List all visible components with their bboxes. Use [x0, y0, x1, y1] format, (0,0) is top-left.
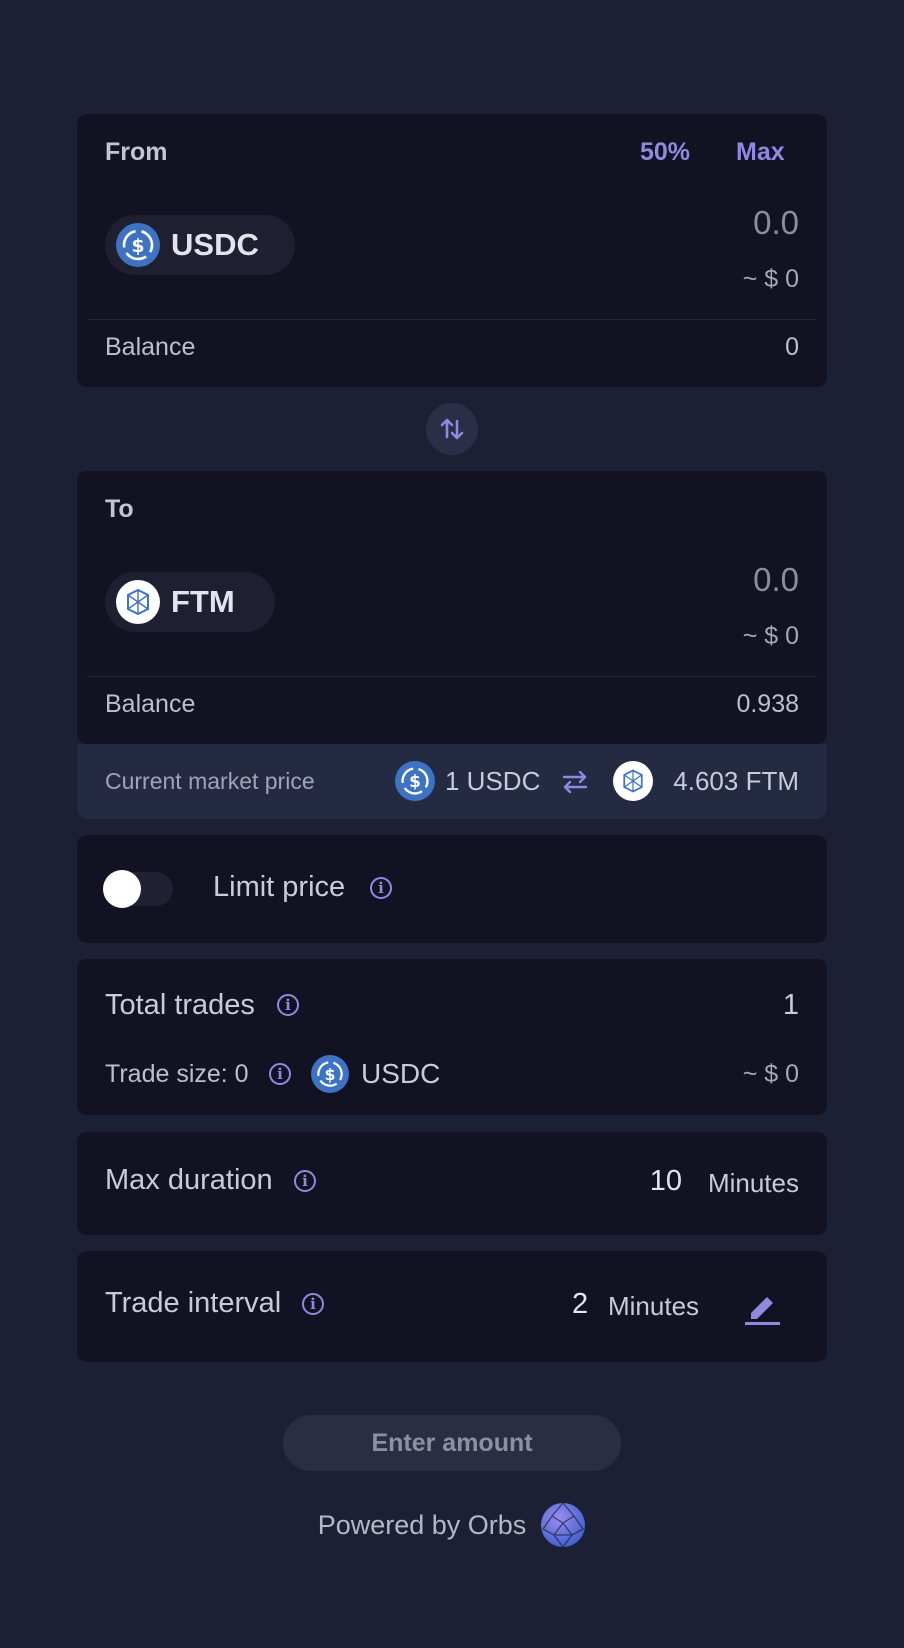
- max-duration-label: Max duration: [105, 1164, 273, 1196]
- powered-by[interactable]: Powered by Orbs: [0, 1502, 904, 1548]
- market-price-bar: Current market price $ 1 USDC 4.603 FTM: [77, 744, 827, 819]
- from-token-name: USDC: [171, 227, 259, 262]
- from-divider: [87, 319, 817, 320]
- trade-size-label: Trade size: 0: [105, 1060, 249, 1088]
- svg-text:$: $: [324, 1065, 335, 1084]
- total-trades-input[interactable]: 1: [783, 989, 799, 1022]
- to-label: To: [105, 495, 134, 523]
- invert-price-icon[interactable]: [561, 769, 589, 795]
- enter-amount-button[interactable]: Enter amount: [283, 1415, 621, 1471]
- edit-pencil-icon[interactable]: [742, 1287, 782, 1327]
- trade-size-info-icon[interactable]: i: [269, 1063, 291, 1085]
- limit-price-info-icon[interactable]: i: [370, 877, 392, 899]
- powered-by-text: Powered by Orbs: [317, 1509, 527, 1540]
- trade-size-token: USDC: [361, 1058, 441, 1089]
- usdc-icon: $: [395, 761, 435, 801]
- to-amount-input[interactable]: 0.0: [753, 561, 799, 599]
- from-usd-value: ~ $ 0: [742, 265, 799, 293]
- from-card: From 50% Max $ USDC 0.0 ~ $ 0 Balance 0: [77, 114, 827, 387]
- trade-interval-info-icon[interactable]: i: [302, 1293, 324, 1315]
- svg-text:$: $: [409, 771, 421, 791]
- from-balance-value: 0: [785, 333, 799, 361]
- total-trades-info-icon[interactable]: i: [277, 994, 299, 1016]
- max-duration-info-icon[interactable]: i: [294, 1170, 316, 1192]
- to-usd-value: ~ $ 0: [742, 622, 799, 650]
- from-token-selector[interactable]: $ USDC: [105, 215, 295, 275]
- trade-interval-card: Trade interval i 2 Minutes: [77, 1251, 827, 1362]
- svg-text:$: $: [131, 235, 144, 257]
- limit-price-card: Limit price i: [77, 835, 827, 943]
- from-balance-label: Balance: [105, 333, 196, 361]
- market-price-label: Current market price: [105, 768, 315, 794]
- usdc-icon: $: [116, 223, 160, 267]
- trade-interval-input[interactable]: 2: [572, 1288, 588, 1321]
- max-duration-card: Max duration i 10 Minutes: [77, 1132, 827, 1235]
- ftm-icon: [116, 580, 160, 624]
- from-balance-row: Balance 0: [105, 333, 799, 362]
- toggle-knob: [103, 870, 141, 908]
- to-divider: [87, 676, 817, 677]
- swap-vertical-icon: [440, 418, 464, 440]
- trades-card: Total trades i 1 Trade size: 0 i $ USDC …: [77, 959, 827, 1115]
- ftm-icon: [613, 761, 653, 801]
- enter-amount-label: Enter amount: [371, 1428, 533, 1457]
- to-balance-label: Balance: [105, 690, 196, 718]
- usdc-icon: $: [311, 1055, 349, 1093]
- market-price-left: 1 USDC: [445, 766, 541, 796]
- from-amount-input[interactable]: 0.0: [753, 204, 799, 242]
- max-button[interactable]: Max: [736, 138, 785, 167]
- switch-tokens-button[interactable]: [426, 403, 478, 455]
- limit-price-toggle[interactable]: [103, 870, 173, 908]
- to-token-name: FTM: [171, 584, 235, 619]
- to-card: To FTM 0.0 ~ $ 0 Balance 0.938: [77, 471, 827, 744]
- percent-50-button[interactable]: 50%: [640, 138, 690, 167]
- max-duration-unit[interactable]: Minutes: [708, 1168, 799, 1199]
- max-duration-input[interactable]: 10: [650, 1165, 682, 1198]
- limit-price-label: Limit price: [213, 871, 346, 903]
- to-token-selector[interactable]: FTM: [105, 572, 275, 632]
- to-balance-value: 0.938: [736, 690, 799, 718]
- total-trades-label: Total trades: [105, 989, 255, 1021]
- trade-interval-label: Trade interval: [105, 1287, 282, 1319]
- orbs-logo-icon: [541, 1502, 586, 1548]
- trade-size-usd: ~ $ 0: [742, 1060, 799, 1088]
- market-price-right: 4.603 FTM: [673, 766, 799, 796]
- trade-interval-unit[interactable]: Minutes: [608, 1291, 699, 1322]
- to-balance-row: Balance 0.938: [105, 690, 799, 719]
- from-label: From: [105, 138, 168, 166]
